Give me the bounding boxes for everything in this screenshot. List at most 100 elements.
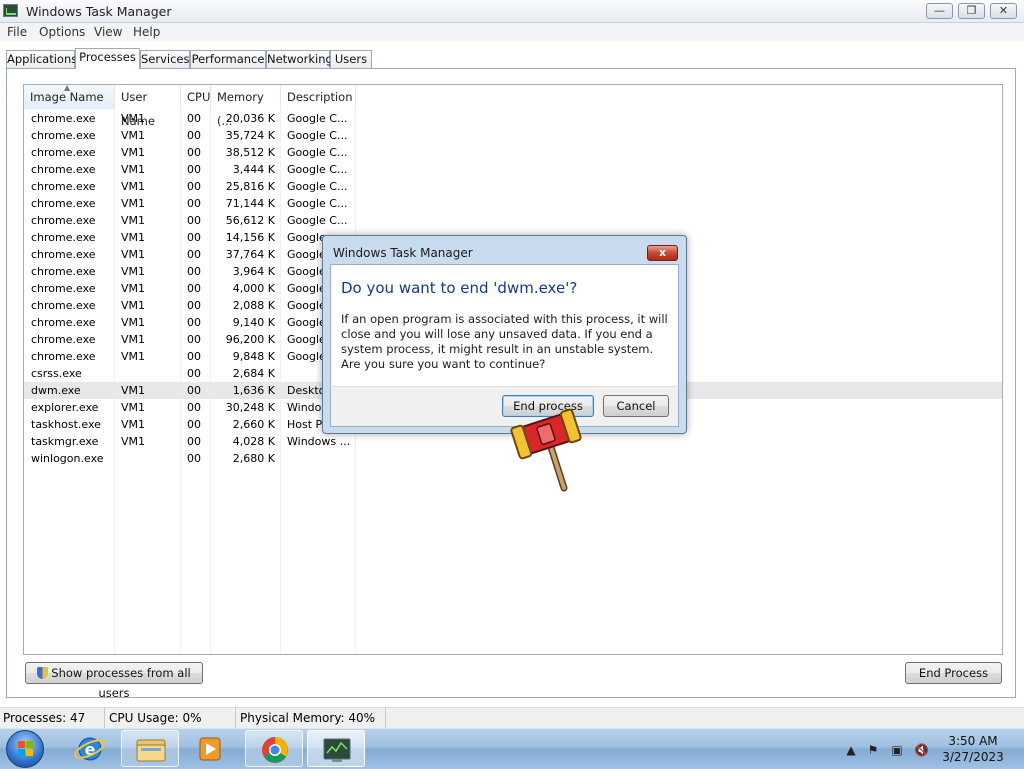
end-process-dialog: Windows Task Manager x Do you want to en… [322,235,687,434]
table-row[interactable]: chrome.exe VM1 00 20,036 K Google C... [24,110,1002,127]
table-row[interactable]: chrome.exe VM1 00 38,512 K Google C... [24,144,1002,161]
action-center-flag-icon[interactable]: ⚑ [866,743,880,757]
cell-user: VM1 [121,197,146,210]
cell-desc: Google C... [287,112,348,125]
cell-name: chrome.exe [31,197,96,210]
restore-button[interactable]: ❐ [958,3,985,19]
cell-user: VM1 [121,214,146,227]
cell-name: dwm.exe [31,384,81,397]
cell-name: chrome.exe [31,231,96,244]
column-image-name[interactable]: ▲ Image Name [24,85,115,109]
hammer-cursor-icon [510,408,582,492]
cell-desc: Google C... [287,180,348,193]
tab-applications[interactable]: Applications [6,50,77,68]
task-manager-icon [3,4,18,17]
cell-user: VM1 [121,163,146,176]
table-row[interactable]: chrome.exe VM1 00 35,724 K Google C... [24,127,1002,144]
cell-name: csrss.exe [31,367,82,380]
cell-mem: 4,028 K [232,435,275,448]
cell-mem: 2,088 K [232,299,275,312]
cell-name: chrome.exe [31,316,96,329]
taskbar-media-player[interactable] [181,730,239,767]
cell-desc: Google C... [287,146,348,159]
cell-mem: 20,036 K [225,112,275,125]
table-row[interactable]: chrome.exe VM1 00 71,144 K Google C... [24,195,1002,212]
status-processes: Processes: 47 [0,708,105,729]
cell-desc: Windows ... [287,435,351,448]
column-memory[interactable]: Memory (... [211,85,281,128]
cell-name: chrome.exe [31,146,96,159]
tab-performance[interactable]: Performance [190,50,266,68]
tab-networking[interactable]: Networking [266,50,333,68]
clock-time: 3:50 AM [948,734,998,748]
start-button[interactable] [6,730,44,768]
tab-processes[interactable]: Processes [75,48,140,69]
taskbar-google-chrome[interactable] [245,730,303,767]
cell-mem: 3,444 K [232,163,275,176]
close-button[interactable]: ✕ [990,3,1017,19]
cell-name: chrome.exe [31,248,96,261]
tab-services[interactable]: Services [140,50,190,68]
cell-mem: 71,144 K [225,197,275,210]
taskbar-task-manager[interactable] [307,730,365,767]
volume-muted-icon[interactable]: 🔇 [914,743,929,757]
cell-user: VM1 [121,282,146,295]
menu-file[interactable]: File [7,25,27,39]
taskbar-windows-explorer[interactable] [121,730,179,767]
tab-users[interactable]: Users [330,50,372,68]
cell-name: chrome.exe [31,282,96,295]
cell-cpu: 00 [187,418,201,431]
status-memory: Physical Memory: 40% [236,708,386,729]
dialog-heading: Do you want to end 'dwm.exe'? [341,279,578,297]
cell-name: taskhost.exe [31,418,101,431]
dialog-close-button[interactable]: x [647,245,678,261]
cell-user: VM1 [121,248,146,261]
network-icon[interactable]: ▣ [890,743,904,757]
column-description[interactable]: Description [281,85,356,109]
cell-user: VM1 [121,299,146,312]
menu-options[interactable]: Options [39,25,85,39]
column-user-name[interactable]: User Name [115,85,181,128]
cell-user: VM1 [121,418,146,431]
cell-name: chrome.exe [31,265,96,278]
end-process-button[interactable]: End Process [905,662,1002,684]
column-cpu[interactable]: CPU [181,85,211,109]
cell-user: VM1 [121,384,146,397]
cell-mem: 4,000 K [232,282,275,295]
cell-cpu: 00 [187,350,201,363]
cell-mem: 9,848 K [232,350,275,363]
menu-help[interactable]: Help [133,25,160,39]
sort-up-icon: ▲ [64,84,71,92]
clock-date: 3/27/2023 [942,750,1004,764]
cell-name: chrome.exe [31,129,96,142]
dialog-title: Windows Task Manager [333,246,473,260]
cell-mem: 25,816 K [225,180,275,193]
taskbar-internet-explorer[interactable]: e [61,730,119,767]
cell-name: chrome.exe [31,214,96,227]
window-title: Windows Task Manager [26,4,172,19]
cell-cpu: 00 [187,299,201,312]
menu-view[interactable]: View [94,25,122,39]
cell-cpu: 00 [187,214,201,227]
cell-desc: Google C... [287,214,348,227]
table-row[interactable]: chrome.exe VM1 00 25,816 K Google C... [24,178,1002,195]
show-hidden-icons-arrow-icon[interactable]: ▲ [844,743,858,757]
cell-cpu: 00 [187,401,201,414]
cell-desc: Google C... [287,163,348,176]
show-all-processes-button[interactable]: Show processes from all users [25,662,203,700]
table-row[interactable]: chrome.exe VM1 00 56,612 K Google C... [24,212,1002,229]
minimize-button[interactable]: — [926,3,953,19]
cell-cpu: 00 [187,282,201,295]
menu-bar: File Options View Help [0,23,1024,41]
cell-mem: 2,684 K [232,367,275,380]
cell-mem: 1,636 K [232,384,275,397]
table-row[interactable]: chrome.exe VM1 00 3,444 K Google C... [24,161,1002,178]
status-cpu: CPU Usage: 0% [105,708,236,729]
cell-name: chrome.exe [31,112,96,125]
cell-user: VM1 [121,231,146,244]
dialog-cancel-button[interactable]: Cancel [603,395,669,417]
system-clock[interactable]: 3:50 AM 3/27/2023 [938,733,1008,765]
cell-name: chrome.exe [31,299,96,312]
cell-name: winlogon.exe [31,452,104,465]
cell-cpu: 00 [187,367,201,380]
